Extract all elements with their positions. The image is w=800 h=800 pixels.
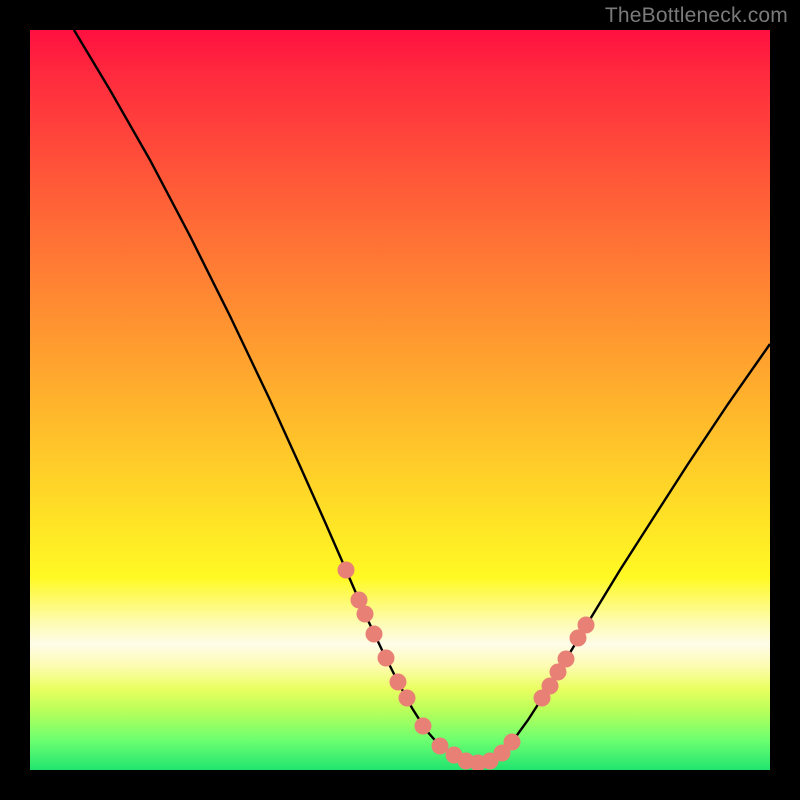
curve-dot [390, 674, 407, 691]
curve-dot [504, 734, 521, 751]
curve-dot [558, 651, 575, 668]
curve-dot [338, 562, 355, 579]
curve-svg [30, 30, 770, 770]
watermark-text: TheBottleneck.com [605, 4, 788, 28]
curve-dot [357, 606, 374, 623]
chart-frame: TheBottleneck.com [0, 0, 800, 800]
curve-dot [399, 690, 416, 707]
bottleneck-curve [74, 30, 770, 763]
curve-dot [415, 718, 432, 735]
curve-dot [578, 617, 595, 634]
curve-dot [366, 626, 383, 643]
curve-dot [432, 738, 449, 755]
curve-dots [338, 562, 595, 771]
plot-area [30, 30, 770, 770]
curve-dot [378, 650, 395, 667]
